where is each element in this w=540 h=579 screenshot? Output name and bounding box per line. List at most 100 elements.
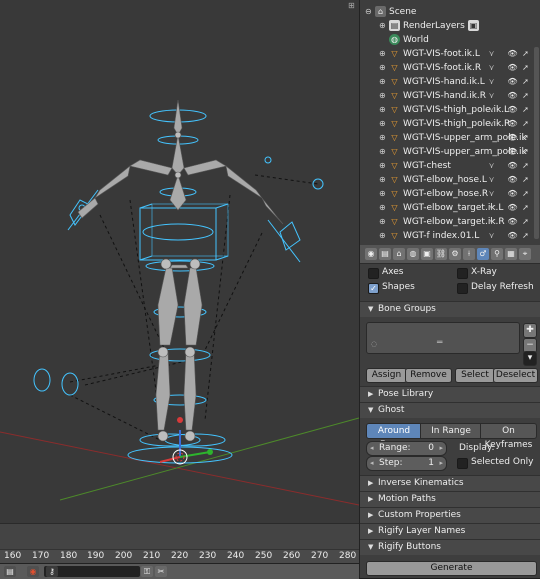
- select-arrow-icon[interactable]: ➚: [520, 132, 531, 143]
- timeline-strip[interactable]: [0, 523, 359, 550]
- expand-icon[interactable]: ⊕: [379, 131, 386, 145]
- constraints-tab-icon[interactable]: ⛓: [435, 248, 447, 260]
- bone-group-specials-button[interactable]: ▾: [523, 351, 537, 366]
- axes-checkbox[interactable]: [368, 268, 379, 279]
- visibility-eye-icon[interactable]: 👁: [507, 160, 518, 171]
- generate-button[interactable]: Generate: [366, 561, 537, 576]
- mesh-data-icon[interactable]: ⋎: [486, 104, 497, 115]
- increment-icon[interactable]: ▸: [439, 457, 443, 470]
- outliner[interactable]: ⊖ ⌂ Scene ⊕ ▤ RenderLayers ▣ ◍ World ⊕ ▽ W…: [359, 0, 540, 245]
- bone-constraints-tab-icon[interactable]: ⚲: [491, 248, 503, 260]
- visibility-eye-icon[interactable]: 👁: [507, 146, 518, 157]
- mesh-data-icon[interactable]: ⋎: [486, 160, 497, 171]
- expand-icon[interactable]: ⊕: [379, 145, 386, 159]
- select-arrow-icon[interactable]: ➚: [520, 174, 531, 185]
- mesh-data-icon[interactable]: ⋎: [486, 118, 497, 129]
- 3d-viewport[interactable]: ⊞: [0, 0, 359, 523]
- selected-only-checkbox[interactable]: [457, 458, 468, 469]
- visibility-eye-icon[interactable]: 👁: [507, 202, 518, 213]
- render-layers-tab-icon[interactable]: ▤: [379, 248, 391, 260]
- bone-tab-icon[interactable]: ♂: [477, 248, 489, 260]
- data-tab-icon[interactable]: ⟊: [463, 248, 475, 260]
- select-arrow-icon[interactable]: ➚: [520, 104, 531, 115]
- mesh-data-icon[interactable]: ⋎: [486, 62, 497, 73]
- mesh-data-icon[interactable]: ⋎: [486, 188, 497, 199]
- outliner-object-row[interactable]: ⊕ ▽ WGT-VIS-foot.ik.R 👁 ➚ ⋎: [360, 61, 540, 75]
- outliner-object-row[interactable]: ⊕ ▽ WGT-VIS-hand.ik.R 👁 ➚ ⋎: [360, 89, 540, 103]
- select-arrow-icon[interactable]: ➚: [520, 230, 531, 241]
- select-arrow-icon[interactable]: ➚: [520, 76, 531, 87]
- decrement-icon[interactable]: ◂: [370, 457, 374, 470]
- select-arrow-icon[interactable]: ➚: [520, 216, 531, 227]
- timeline[interactable]: 160 170 180 190 200 210 220 230 240 250 …: [0, 523, 359, 564]
- bone-groups-list[interactable]: ◌ ═: [366, 322, 520, 354]
- world-tab-icon[interactable]: ◍: [407, 248, 419, 260]
- properties-editor[interactable]: ◉ ▤ ⌂ ◍ ▣ ⛓ ⚙ ⟊ ♂ ⚲ ▦ ⌖ Axes X-Ray ✓ Sha…: [359, 245, 540, 578]
- physics-tab-icon[interactable]: ⌖: [519, 248, 531, 260]
- select-arrow-icon[interactable]: ➚: [520, 160, 531, 171]
- render-tab-icon[interactable]: ◉: [365, 248, 377, 260]
- xray-checkbox[interactable]: [457, 268, 468, 279]
- expand-icon[interactable]: ⊕: [379, 229, 386, 243]
- list-resize-handle[interactable]: ═: [437, 338, 442, 348]
- rigify-buttons-header[interactable]: ▼ Rigify Buttons: [360, 539, 540, 555]
- record-icon[interactable]: ◉: [27, 566, 39, 577]
- assign-button[interactable]: Assign: [366, 368, 407, 383]
- outliner-object-row[interactable]: ⊕ ▽ WGT-elbow_hose.L 👁 ➚ ⋎: [360, 173, 540, 187]
- visibility-eye-icon[interactable]: 👁: [507, 104, 518, 115]
- visibility-eye-icon[interactable]: 👁: [507, 132, 518, 143]
- expand-icon[interactable]: ⊕: [379, 103, 386, 117]
- keying-set-icon[interactable]: ⚷: [46, 566, 58, 577]
- visibility-eye-icon[interactable]: 👁: [507, 118, 518, 129]
- outliner-renderlayers-row[interactable]: ⊕ ▤ RenderLayers ▣: [360, 19, 540, 33]
- custom-properties-header[interactable]: ▶ Custom Properties: [360, 507, 540, 523]
- outliner-world-row[interactable]: ◍ World: [360, 33, 540, 47]
- shapes-checkbox[interactable]: ✓: [368, 283, 379, 294]
- insert-keyframe-icon[interactable]: ⚿: [141, 566, 153, 577]
- ghost-mode-around-frame[interactable]: Around Frame: [366, 423, 422, 450]
- rigify-layer-names-header[interactable]: ▶ Rigify Layer Names: [360, 523, 540, 539]
- mesh-data-icon[interactable]: ⋎: [486, 174, 497, 185]
- visibility-eye-icon[interactable]: 👁: [507, 76, 518, 87]
- select-arrow-icon[interactable]: ➚: [520, 90, 531, 101]
- ghost-mode-in-range[interactable]: In Range: [420, 423, 482, 439]
- delete-keyframe-icon[interactable]: ✂: [155, 566, 167, 577]
- select-arrow-icon[interactable]: ➚: [520, 202, 531, 213]
- mesh-data-icon[interactable]: ⋎: [486, 90, 497, 101]
- outliner-object-row[interactable]: ⊕ ▽ WGT-elbow_target.ik.L 👁 ➚ ⋎: [360, 201, 540, 215]
- outliner-object-row[interactable]: ⊕ ▽ WGT-VIS-thigh_pole.ik.L 👁 ➚ ⋎: [360, 103, 540, 117]
- visibility-eye-icon[interactable]: 👁: [507, 48, 518, 59]
- select-arrow-icon[interactable]: ➚: [520, 188, 531, 199]
- mesh-data-icon[interactable]: ⋎: [486, 76, 497, 87]
- motion-paths-header[interactable]: ▶ Motion Paths: [360, 491, 540, 507]
- outliner-object-row[interactable]: ⊕ ▽ WGT-elbow_target.ik.R 👁 ➚ ⋎: [360, 215, 540, 229]
- expand-icon[interactable]: ⊕: [379, 117, 386, 131]
- modifiers-tab-icon[interactable]: ⚙: [449, 248, 461, 260]
- mesh-data-icon[interactable]: ⋎: [486, 230, 497, 241]
- inverse-kinematics-header[interactable]: ▶ Inverse Kinematics: [360, 475, 540, 491]
- expand-icon[interactable]: ⊕: [379, 215, 386, 229]
- outliner-object-row[interactable]: ⊕ ▽ WGT-VIS-foot.ik.L 👁 ➚ ⋎: [360, 47, 540, 61]
- ghost-mode-on-keyframes[interactable]: On Keyframes: [480, 423, 537, 450]
- timeline-ruler[interactable]: 160 170 180 190 200 210 220 230 240 250 …: [0, 549, 359, 564]
- visibility-eye-icon[interactable]: 👁: [507, 90, 518, 101]
- mesh-data-icon[interactable]: ⋎: [486, 216, 497, 227]
- outliner-object-row[interactable]: ⊕ ▽ WGT-VIS-hand.ik.L 👁 ➚ ⋎: [360, 75, 540, 89]
- bone-groups-header[interactable]: ▼ Bone Groups: [360, 301, 540, 317]
- select-arrow-icon[interactable]: ➚: [520, 62, 531, 73]
- outliner-object-row[interactable]: ⊕ ▽ WGT-VIS-thigh_pole.ik.R 👁 ➚ ⋎: [360, 117, 540, 131]
- expand-icon[interactable]: ⊕: [379, 89, 386, 103]
- mesh-data-icon[interactable]: ⋎: [486, 202, 497, 213]
- outliner-object-row[interactable]: ⊕ ▽ WGT-f index.01.L 👁 ➚ ⋎: [360, 229, 540, 243]
- select-arrow-icon[interactable]: ➚: [520, 146, 531, 157]
- outliner-object-row[interactable]: ⊕ ▽ WGT-chest 👁 ➚ ⋎: [360, 159, 540, 173]
- keying-set-field[interactable]: [44, 566, 140, 577]
- viewport-corner-icon[interactable]: ⊞: [348, 1, 356, 10]
- pose-library-header[interactable]: ▶ Pose Library: [360, 386, 540, 402]
- expand-icon[interactable]: ⊕: [379, 75, 386, 89]
- outliner-scrollbar[interactable]: [534, 47, 539, 239]
- ghost-range-field[interactable]: ◂ Range: 0 ▸: [366, 441, 447, 456]
- visibility-eye-icon[interactable]: 👁: [507, 216, 518, 227]
- object-tab-icon[interactable]: ▣: [421, 248, 433, 260]
- expand-icon[interactable]: ⊕: [379, 19, 386, 33]
